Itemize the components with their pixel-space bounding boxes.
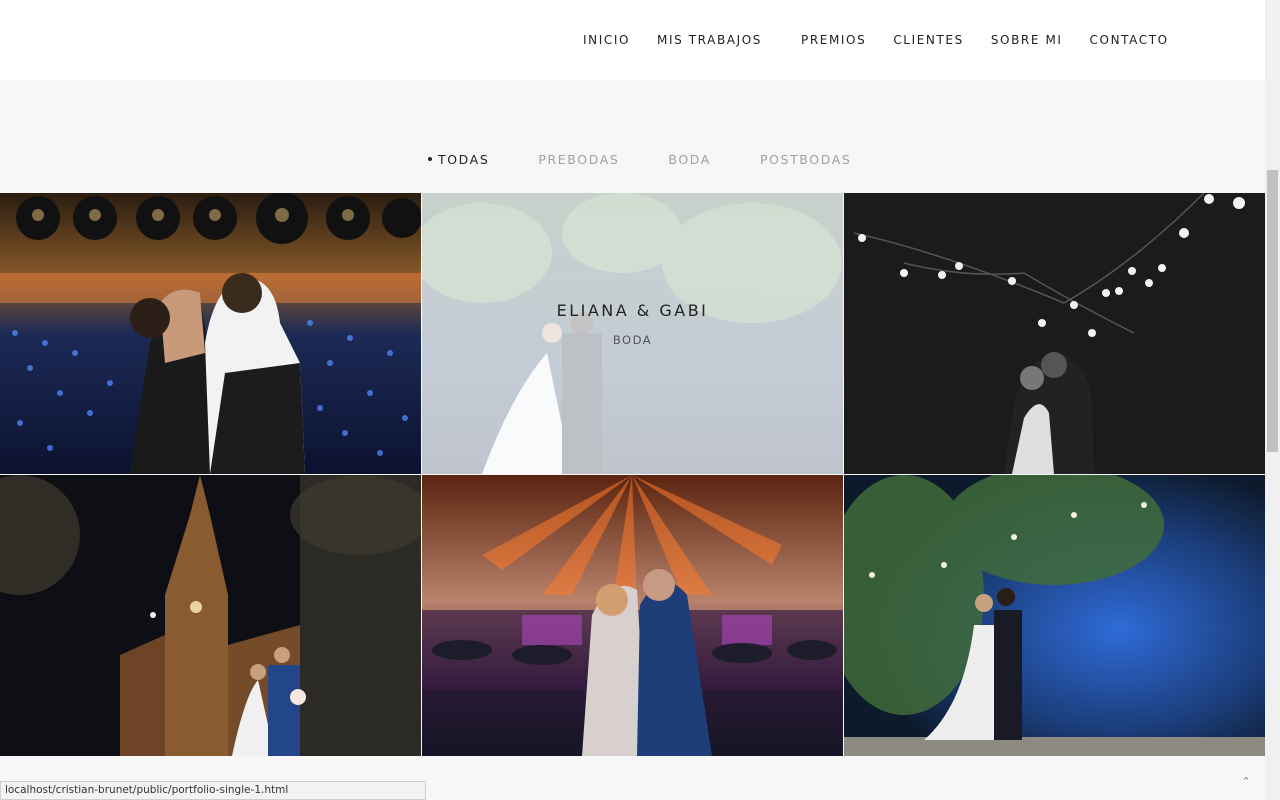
nav-premios[interactable]: PREMIOS — [801, 33, 866, 47]
page-scrollbar[interactable] — [1265, 0, 1280, 800]
photo-couple-church-night — [0, 475, 421, 756]
site-header: INICIO MIS TRABAJOS PREMIOS CLIENTES SOB… — [0, 0, 1265, 80]
browser-status-url: localhost/cristian-brunet/public/portfol… — [0, 781, 426, 800]
portfolio-item-overlay: ELIANA & GABI BODA — [422, 193, 843, 474]
main-nav: INICIO MIS TRABAJOS PREMIOS CLIENTES SOB… — [583, 33, 1169, 47]
filter-prebodas[interactable]: PREBODAS — [538, 152, 619, 167]
photo-couple-reception-spotlights — [422, 475, 843, 756]
photo-couple-dancing-bokeh — [0, 193, 421, 474]
back-to-top-button[interactable]: ⌃ — [1234, 770, 1258, 794]
nav-clientes[interactable]: CLIENTES — [893, 33, 964, 47]
filter-postbodas[interactable]: POSTBODAS — [760, 152, 851, 167]
portfolio-item-6[interactable] — [844, 475, 1265, 756]
portfolio-grid: ELIANA & GABI BODA — [0, 193, 1265, 756]
scrollbar-thumb[interactable] — [1267, 170, 1278, 452]
filter-boda[interactable]: BODA — [668, 152, 711, 167]
nav-contacto[interactable]: CONTACTO — [1090, 33, 1169, 47]
portfolio-item-3[interactable] — [844, 193, 1265, 474]
portfolio-item-4[interactable] — [0, 475, 421, 756]
portfolio-item-category: BODA — [612, 332, 653, 347]
filter-todas-label: TODAS — [438, 152, 490, 167]
chevron-up-icon: ⌃ — [1241, 775, 1251, 788]
nav-mis-trabajos[interactable]: MIS TRABAJOS — [657, 33, 762, 47]
portfolio-item-title: ELIANA & GABI — [556, 300, 709, 320]
portfolio-filters: TODAS PREBODAS BODA POSTBODAS — [428, 152, 851, 167]
portfolio-item-2[interactable]: ELIANA & GABI BODA — [422, 193, 843, 474]
photo-couple-garden-blue-lights — [844, 475, 1265, 756]
nav-inicio[interactable]: INICIO — [583, 33, 630, 47]
active-dot-icon — [428, 156, 432, 161]
photo-couple-string-lights-bw — [844, 193, 1265, 474]
portfolio-item-1[interactable] — [0, 193, 421, 474]
nav-sobre-mi[interactable]: SOBRE MI — [991, 33, 1063, 47]
filter-todas[interactable]: TODAS — [428, 152, 489, 167]
portfolio-item-5[interactable] — [422, 475, 843, 756]
